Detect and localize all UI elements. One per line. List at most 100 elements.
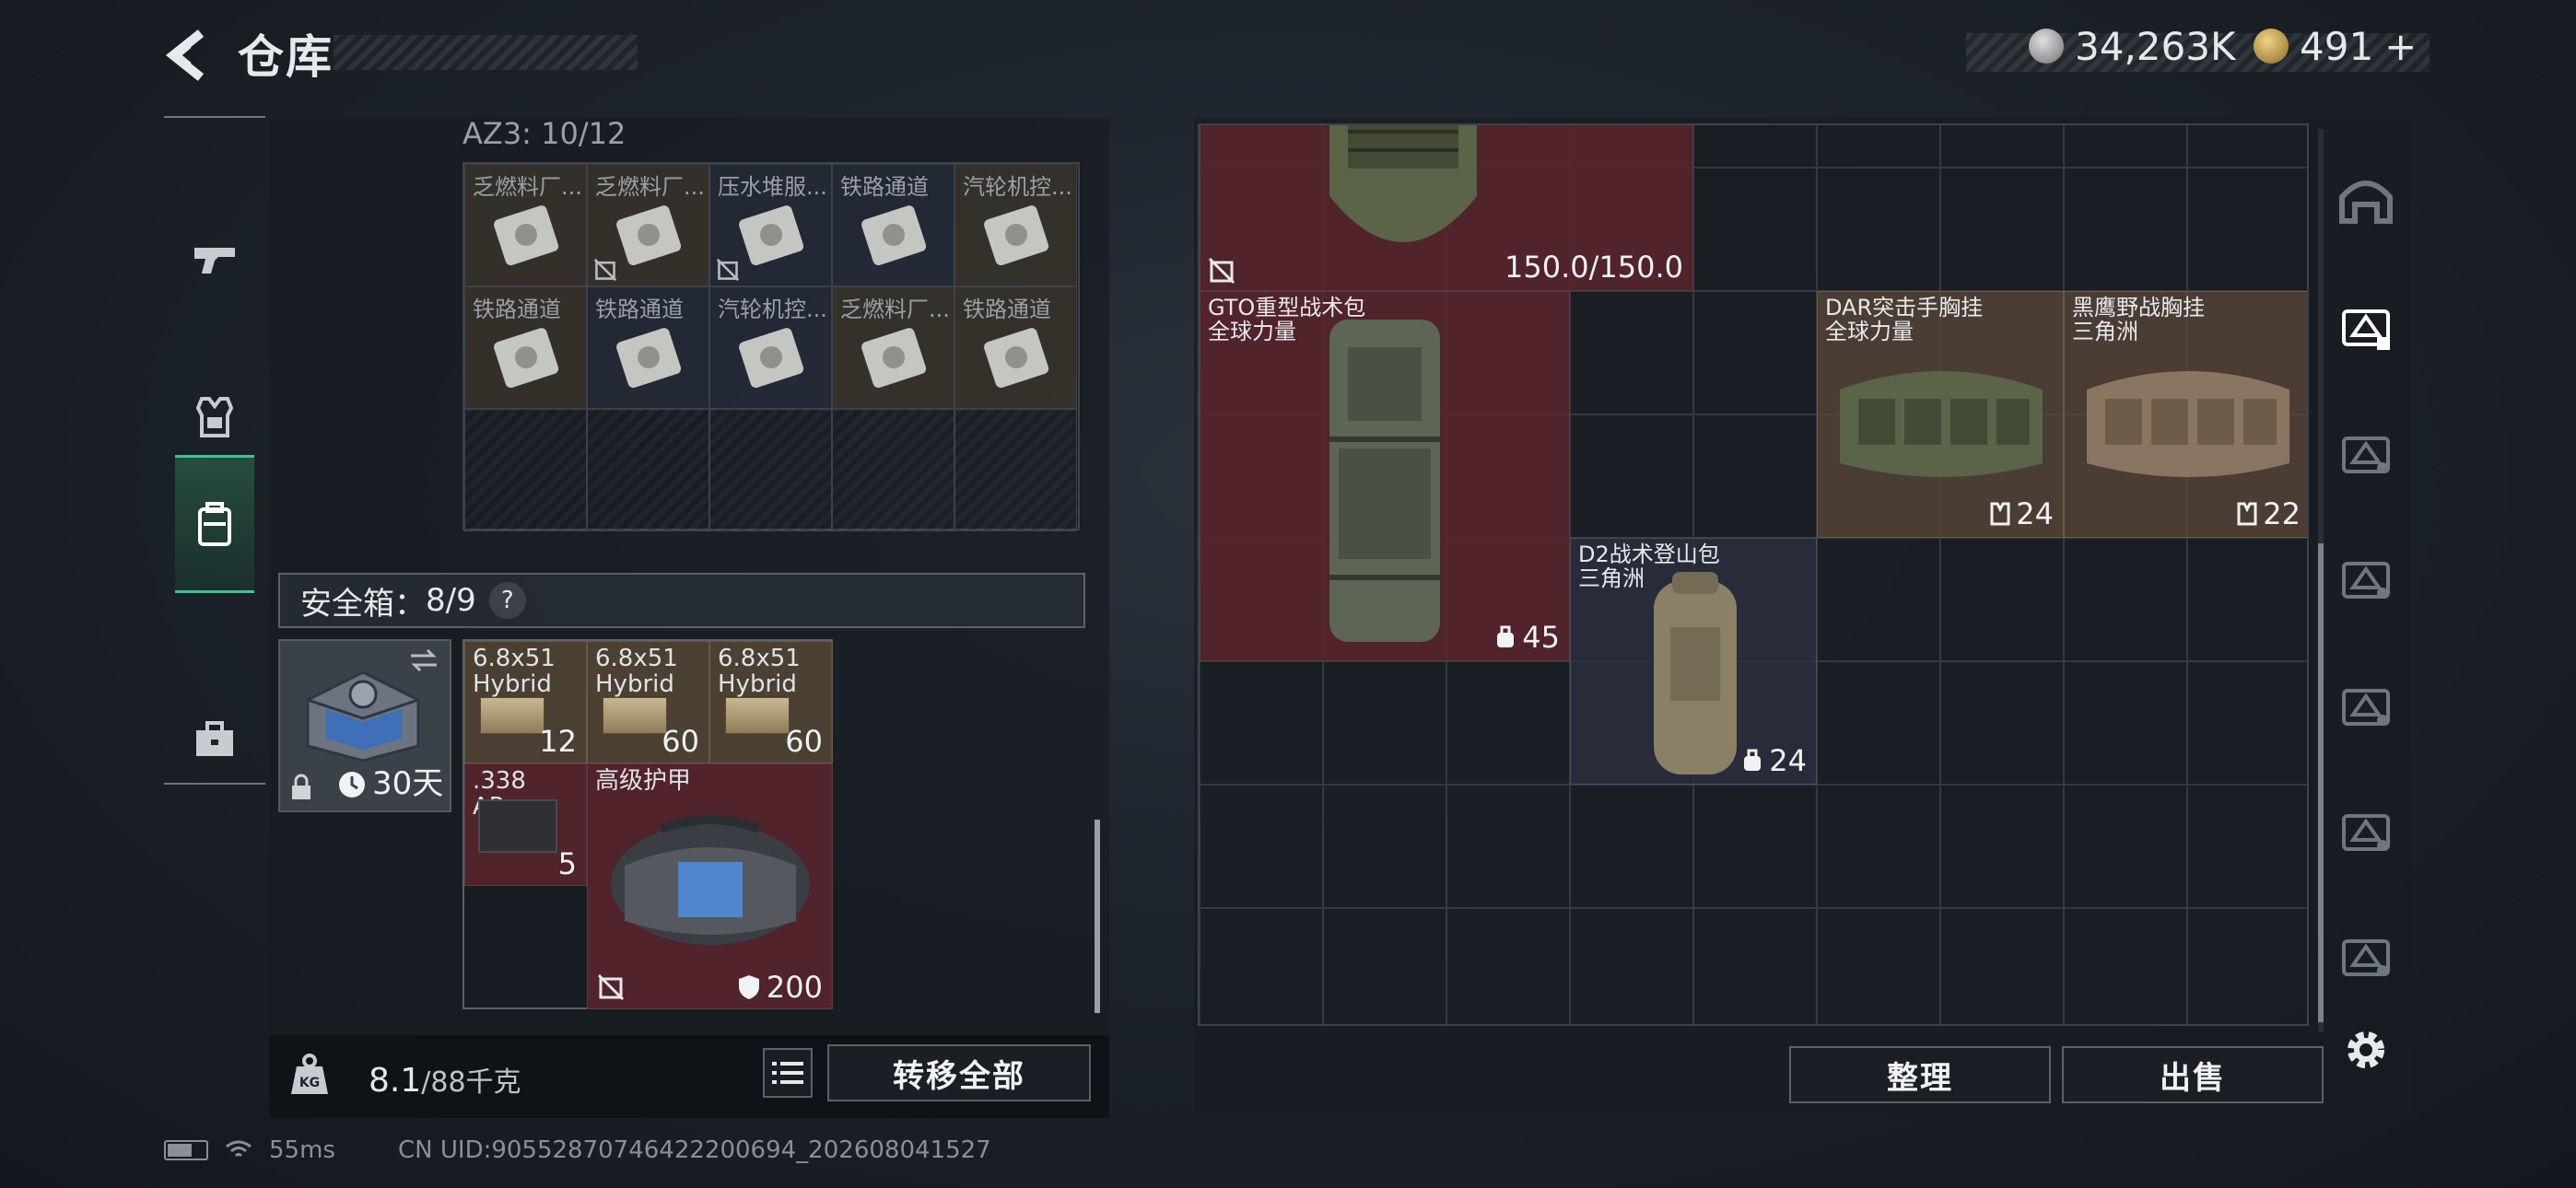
sort-button[interactable]: 整理: [1789, 1046, 2051, 1103]
grid-slot[interactable]: [1817, 661, 1940, 785]
list-view-button[interactable]: [763, 1048, 813, 1098]
grid-slot[interactable]: [1693, 414, 1817, 538]
container-item[interactable]: 乏燃料厂...: [587, 164, 709, 286]
silver-amount: 34,263K: [2075, 23, 2236, 69]
safe-item-ammo-1[interactable]: 6.8x51 Hybrid 12: [464, 641, 587, 763]
grid-slot[interactable]: [2187, 908, 2307, 1024]
grid-slot[interactable]: [1200, 661, 1323, 785]
left-scrollbar-thumb[interactable]: [1095, 820, 1100, 1013]
grid-slot[interactable]: [1940, 785, 2064, 908]
container-item[interactable]: 铁路通道: [464, 286, 587, 409]
grid-slot[interactable]: [1570, 908, 1693, 1024]
swap-icon[interactable]: [407, 648, 440, 672]
container-item[interactable]: 汽轮机控...: [709, 286, 832, 409]
iv-case-icon: [2342, 689, 2390, 726]
transfer-all-button[interactable]: 转移全部: [827, 1044, 1091, 1101]
empty-slot[interactable]: [954, 409, 1077, 531]
grid-slot[interactable]: [1940, 125, 2064, 168]
settings-gear-icon[interactable]: [2340, 1024, 2392, 1076]
grid-slot[interactable]: [1446, 908, 1570, 1024]
keycard-icon: [616, 205, 682, 266]
right-item-dar-rig[interactable]: DAR突击手胸挂 全球力量 24: [1817, 291, 2064, 538]
grid-slot[interactable]: [2187, 125, 2307, 168]
right-nav-item[interactable]: [2336, 801, 2395, 860]
grid-slot[interactable]: [2187, 661, 2307, 785]
grid-slot[interactable]: [1940, 168, 2064, 291]
grid-slot[interactable]: [1817, 785, 1940, 908]
keycard-icon: [616, 328, 682, 389]
add-currency-button[interactable]: +: [2384, 24, 2417, 69]
left-category-nav: [164, 116, 265, 785]
right-nav-item[interactable]: [2336, 549, 2395, 608]
right-item-d2-backpack[interactable]: D2战术登山包 三角洲 24: [1570, 538, 1817, 785]
container-item[interactable]: 乏燃料厂...: [832, 286, 954, 409]
grid-slot[interactable]: [1570, 291, 1693, 414]
safe-item-ammo-338[interactable]: .338 AP 5: [464, 763, 587, 886]
right-item-gto-backpack[interactable]: GTO重型战术包 全球力量 45: [1200, 291, 1570, 661]
grid-slot[interactable]: [1323, 908, 1446, 1024]
right-nav-item[interactable]: [2336, 926, 2395, 985]
empty-slot[interactable]: [832, 409, 954, 531]
item-name: 汽轮机控...: [718, 297, 827, 322]
container-item[interactable]: 汽轮机控...: [954, 164, 1077, 286]
grid-slot[interactable]: [1323, 785, 1446, 908]
grid-slot[interactable]: [1817, 168, 1940, 291]
rig-capacity-icon: [2237, 502, 2257, 526]
grid-slot[interactable]: [1200, 785, 1323, 908]
empty-slot[interactable]: [709, 409, 832, 531]
grid-slot[interactable]: [1693, 291, 1817, 414]
safe-item-ammo-2[interactable]: 6.8x51 Hybrid 60: [587, 641, 709, 763]
back-arrow-icon[interactable]: [164, 28, 210, 83]
grid-slot[interactable]: [2064, 125, 2187, 168]
empty-slot[interactable]: [587, 409, 709, 531]
grid-slot[interactable]: [1940, 538, 2064, 661]
empty-slot[interactable]: [464, 409, 587, 531]
grid-slot[interactable]: [1570, 414, 1693, 538]
grid-slot[interactable]: [1446, 661, 1570, 785]
container-item[interactable]: 铁路通道: [954, 286, 1077, 409]
grid-slot[interactable]: [1200, 908, 1323, 1024]
safe-item-ammo-3[interactable]: 6.8x51 Hybrid 60: [709, 641, 833, 763]
gold-currency[interactable]: 491 +: [2254, 20, 2417, 72]
grid-slot[interactable]: [1693, 125, 1817, 168]
grid-slot[interactable]: [1940, 661, 2064, 785]
grid-slot[interactable]: [2064, 785, 2187, 908]
grid-slot[interactable]: [2187, 538, 2307, 661]
container-item[interactable]: 铁路通道: [587, 286, 709, 409]
right-nav-item[interactable]: [2336, 676, 2395, 735]
container-item[interactable]: 乏燃料厂...: [464, 164, 587, 286]
grid-slot[interactable]: [1817, 908, 1940, 1024]
right-nav-item[interactable]: [2336, 297, 2395, 355]
safe-item-armor-bag[interactable]: 高级护甲 200: [587, 763, 833, 1009]
grid-slot[interactable]: [1693, 908, 1817, 1024]
grid-slot[interactable]: [1817, 125, 1940, 168]
container-item[interactable]: 压水堆服...: [709, 164, 832, 286]
sell-button[interactable]: 出售: [2062, 1046, 2324, 1103]
grid-slot[interactable]: [1693, 785, 1817, 908]
right-item-blackhawk-rig[interactable]: 黑鹰野战胸挂 三角洲 22: [2064, 291, 2307, 538]
grid-slot[interactable]: [1817, 538, 1940, 661]
grid-slot[interactable]: [1693, 168, 1817, 291]
grid-slot[interactable]: [1940, 908, 2064, 1024]
right-nav-item[interactable]: [2336, 169, 2395, 228]
grid-slot[interactable]: [2187, 785, 2307, 908]
grid-slot[interactable]: [2187, 168, 2307, 291]
grid-slot[interactable]: [2064, 168, 2187, 291]
nav-backpack[interactable]: [175, 455, 254, 593]
item-count: 5: [557, 846, 577, 881]
grid-slot[interactable]: [2064, 908, 2187, 1024]
right-item-vest[interactable]: 150.0/150.0: [1200, 125, 1693, 291]
container-item[interactable]: 铁路通道: [832, 164, 954, 286]
safe-help-icon[interactable]: ?: [488, 582, 526, 619]
safe-box-item[interactable]: 30天: [278, 639, 451, 812]
right-nav-item[interactable]: [2336, 424, 2395, 483]
item-name: DAR突击手胸挂 全球力量: [1825, 295, 1984, 344]
nav-case[interactable]: [164, 670, 265, 809]
grid-slot[interactable]: [2064, 538, 2187, 661]
keycard-icon: [861, 328, 927, 389]
nav-weapons[interactable]: [164, 192, 265, 330]
grid-slot[interactable]: [1446, 785, 1570, 908]
grid-slot[interactable]: [1570, 785, 1693, 908]
grid-slot[interactable]: [1323, 661, 1446, 785]
grid-slot[interactable]: [2064, 661, 2187, 785]
